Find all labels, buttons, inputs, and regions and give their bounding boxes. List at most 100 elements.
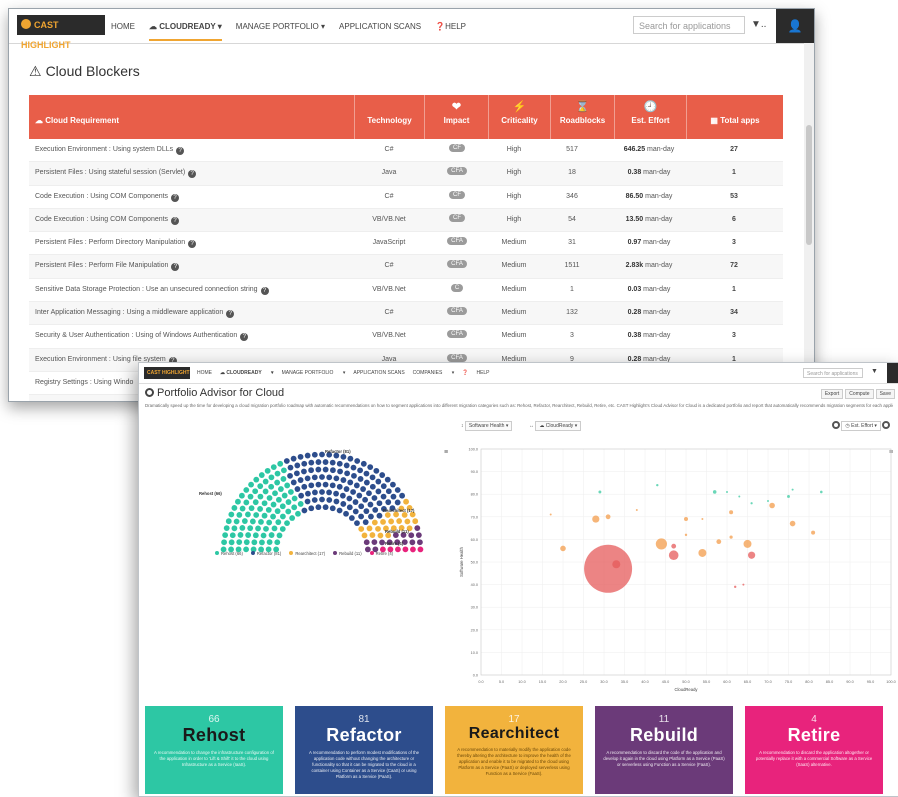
arc-seat-rehost[interactable] <box>285 499 292 505</box>
arc-seat-refactor[interactable] <box>304 475 311 482</box>
bubble-point[interactable] <box>560 545 566 552</box>
arc-seat-refactor[interactable] <box>333 498 340 505</box>
nav-help[interactable]: ❓ HELP <box>462 370 497 376</box>
bubble-point[interactable] <box>592 515 600 523</box>
arc-seat-rehost[interactable] <box>247 525 254 532</box>
arc-seat-rehost[interactable] <box>281 467 287 474</box>
export-button[interactable]: Export <box>820 389 844 399</box>
arc-seat-rebuild[interactable] <box>371 539 378 546</box>
arc-seat-rearchitect[interactable] <box>380 519 386 525</box>
arc-seat-rehost[interactable] <box>271 525 278 532</box>
info-icon[interactable]: ? <box>171 263 180 272</box>
arc-seat-refactor[interactable] <box>311 474 318 481</box>
filter-icon[interactable]: ▼ <box>871 368 878 375</box>
arc-seat-refactor[interactable] <box>375 478 382 485</box>
arc-seat-rehost[interactable] <box>243 499 250 506</box>
info-icon[interactable]: ? <box>171 216 180 225</box>
arc-seat-rearchitect[interactable] <box>358 526 365 532</box>
compute-button[interactable]: Compute <box>845 389 874 399</box>
arc-seat-refactor[interactable] <box>301 460 308 467</box>
arc-seat-refactor[interactable] <box>322 466 329 473</box>
arc-seat-refactor[interactable] <box>354 458 361 464</box>
arc-seat-refactor[interactable] <box>293 470 300 477</box>
arc-seat-rehost[interactable] <box>249 518 256 525</box>
arc-seat-rehost[interactable] <box>253 512 260 518</box>
bubble-point[interactable] <box>738 495 741 498</box>
col-total-apps[interactable]: ▦ Total apps <box>686 95 783 139</box>
arc-seat-rearchitect[interactable] <box>375 525 381 532</box>
arc-seat-refactor[interactable] <box>304 452 311 459</box>
arc-seat-refactor[interactable] <box>297 477 304 483</box>
arc-seat-refactor[interactable] <box>329 505 336 512</box>
bubble-point[interactable] <box>656 483 659 487</box>
arc-seat-rearchitect[interactable] <box>361 532 368 539</box>
col-technology[interactable]: Technology <box>354 95 424 139</box>
arc-seat-refactor[interactable] <box>352 508 359 515</box>
bubble-point[interactable] <box>734 585 737 589</box>
arc-seat-refactor[interactable] <box>336 507 343 514</box>
arc-seat-refactor[interactable] <box>346 495 353 502</box>
arc-seat-refactor[interactable] <box>385 488 392 495</box>
bubble-point[interactable] <box>726 490 728 493</box>
arc-seat-rehost[interactable] <box>239 505 246 512</box>
settings-icon[interactable] <box>882 421 891 429</box>
bubble-point[interactable] <box>820 490 823 494</box>
arc-seat-rehost[interactable] <box>248 505 255 512</box>
arc-seat-refactor[interactable] <box>357 467 363 474</box>
bubble-point[interactable] <box>769 502 775 509</box>
arc-seat-refactor[interactable] <box>340 477 347 483</box>
arc-seat-rehost[interactable] <box>225 518 232 525</box>
arc-seat-refactor[interactable] <box>369 483 376 490</box>
arc-seat-refactor[interactable] <box>371 495 378 501</box>
arc-seat-refactor[interactable] <box>348 515 355 521</box>
arc-seat-refactor[interactable] <box>350 489 356 495</box>
bubble-point[interactable] <box>729 510 734 515</box>
arc-seat-refactor[interactable] <box>353 482 360 489</box>
arc-seat-rehost[interactable] <box>231 525 238 532</box>
bubble-point[interactable] <box>743 539 752 548</box>
arc-seat-rehost[interactable] <box>241 518 248 524</box>
arc-seat-rehost[interactable] <box>274 539 281 546</box>
arc-seat-refactor[interactable] <box>367 501 374 508</box>
arc-seat-rehost[interactable] <box>229 532 236 539</box>
arc-seat-rehost[interactable] <box>264 467 271 474</box>
arc-seat-refactor[interactable] <box>333 475 340 482</box>
arc-seat-rehost[interactable] <box>295 510 301 517</box>
arc-seat-rehost[interactable] <box>268 532 275 538</box>
legend-item[interactable]: Refactor (81) <box>250 551 281 556</box>
arc-seat-refactor[interactable] <box>290 455 297 462</box>
arc-seat-refactor[interactable] <box>343 486 350 492</box>
arc-seat-refactor[interactable] <box>308 459 315 466</box>
bubble-point[interactable] <box>584 544 633 593</box>
arc-seat-refactor[interactable] <box>312 489 318 496</box>
bubble-size-selector[interactable]: ◷ Est. Effort ▾ <box>832 421 891 431</box>
arc-seat-rehost[interactable] <box>279 503 286 510</box>
search-input[interactable]: Search for applications <box>803 368 863 378</box>
arc-seat-rehost[interactable] <box>288 489 294 495</box>
arc-seat-refactor[interactable] <box>319 474 325 480</box>
arc-seat-rearchitect[interactable] <box>369 532 376 538</box>
arc-seat-rebuild[interactable] <box>408 532 415 539</box>
arc-seat-rearchitect[interactable] <box>396 518 403 524</box>
arc-seat-refactor[interactable] <box>363 470 370 477</box>
bubble-point[interactable] <box>549 513 552 516</box>
scrollbar-thumb[interactable] <box>806 125 812 245</box>
arc-seat-refactor[interactable] <box>330 467 336 474</box>
arc-seat-rehost[interactable] <box>221 539 227 546</box>
table-row[interactable]: Persistent Files : Using stateful sessio… <box>29 162 783 186</box>
arc-seat-refactor[interactable] <box>351 472 357 479</box>
bubble-point[interactable] <box>684 533 688 537</box>
arc-seat-rehost[interactable] <box>281 492 288 499</box>
arc-seat-rehost[interactable] <box>236 512 243 518</box>
arc-seat-refactor[interactable] <box>311 451 318 458</box>
arc-seat-rehost[interactable] <box>291 495 298 502</box>
arc-seat-refactor[interactable] <box>329 482 336 489</box>
arc-seat-refactor[interactable] <box>362 519 369 526</box>
arc-seat-rehost[interactable] <box>277 460 284 467</box>
arc-seat-refactor[interactable] <box>380 483 387 490</box>
arc-seat-refactor[interactable] <box>308 467 314 474</box>
arc-seat-rehost[interactable] <box>222 532 229 539</box>
table-row[interactable]: Execution Environment : Using system DLL… <box>29 139 783 163</box>
arc-seat-refactor[interactable] <box>294 462 301 469</box>
arc-seat-refactor[interactable] <box>297 453 304 460</box>
